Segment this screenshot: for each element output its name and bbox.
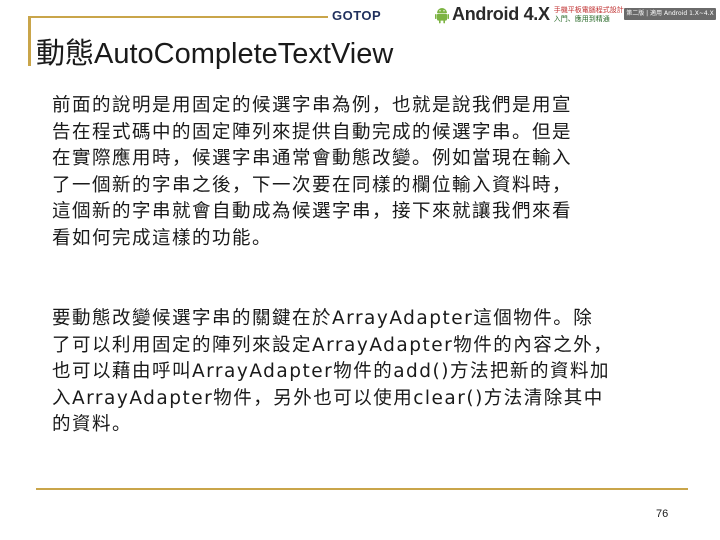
edition-tag: 第二版 | 適用 Android 1.X~4.X	[624, 8, 716, 20]
product-logo: Android 4.X 手機平板電腦程式設計 入門、應用到精通	[434, 4, 624, 25]
product-subtitle-line-2: 入門、應用到精通	[553, 14, 610, 23]
paragraph-line: 前面的說明是用固定的候選字串為例，也就是說我們是用宣	[52, 95, 573, 116]
paragraph-line: 告在程式碼中的固定陣列來提供自動完成的候選字串。但是	[52, 121, 573, 143]
paragraph-line: 要動態改變候選字串的關鍵在於ArrayAdapter這個物件。除	[52, 308, 594, 329]
paragraph-line: 入ArrayAdapter物件，另外也可以使用clear()方法清除其中	[52, 387, 604, 409]
paragraph-1: 前面的說明是用固定的候選字串為例，也就是說我們是用宣 告在程式碼中的固定陣列來提…	[52, 93, 692, 252]
footer-rule	[36, 488, 688, 490]
product-logo-text: Android 4.X	[452, 4, 550, 24]
paragraph-line: 在實際應用時，候選字串通常會動態改變。例如當現在輸入	[52, 148, 573, 169]
header-band: GOTOP Android 4.X 手機平板電腦程式設計 入門、應用到精通 第二…	[0, 0, 720, 30]
paragraph-line: 了可以利用固定的陣列來設定ArrayAdapter物件的內容之外，	[52, 334, 614, 356]
paragraph-line: 也可以藉由呼叫ArrayAdapter物件的add()方法把新的資料加	[52, 361, 610, 382]
publisher-logo: GOTOP	[332, 8, 382, 23]
product-subtitle-line-1: 手機平板電腦程式設計	[553, 5, 624, 14]
title-accent-bar	[28, 16, 31, 66]
paragraph-line: 了一個新的字串之後，下一次要在同樣的欄位輸入資料時，	[52, 174, 573, 196]
paragraph-line: 的資料。	[52, 414, 133, 435]
top-accent-rule	[28, 16, 328, 18]
android-robot-icon	[435, 7, 449, 23]
page-title: 動態AutoCompleteTextView	[36, 38, 394, 70]
page-number: 76	[656, 508, 669, 520]
paragraph-2: 要動態改變候選字串的關鍵在於ArrayAdapter這個物件。除 了可以利用固定…	[52, 306, 692, 439]
product-subtitle: 手機平板電腦程式設計 入門、應用到精通	[554, 6, 624, 24]
paragraph-line: 這個新的字串就會自動成為候選字串，接下來就讓我們來看	[52, 201, 573, 222]
paragraph-line: 看如何完成這樣的功能。	[52, 227, 273, 249]
